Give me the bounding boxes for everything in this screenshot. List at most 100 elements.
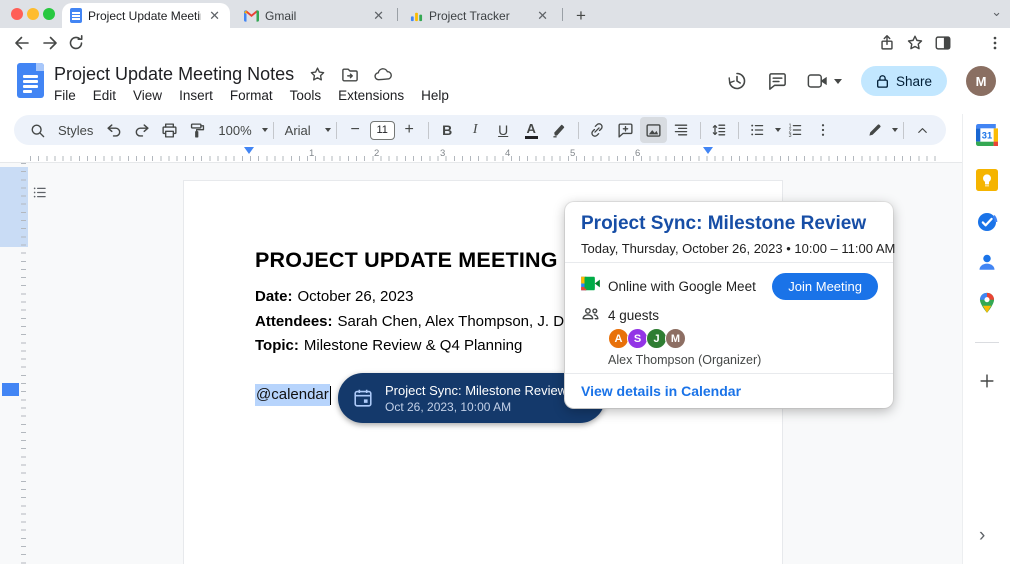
browser-toolbar: google.docs.com/watch?=sync=!1734 A [0, 28, 1010, 83]
google-keep-icon[interactable] [976, 169, 998, 191]
menu-tools[interactable]: Tools [290, 88, 322, 103]
guest-avatar[interactable]: S [627, 328, 648, 349]
toolbar-row: Styles 100% Arial − 11 + B I U A 1 2 3 [0, 113, 1010, 147]
tab-label: Project Update Meeting Notes [88, 8, 201, 23]
vertical-cursor-marker[interactable] [2, 383, 19, 396]
new-tab-button[interactable]: + [568, 3, 594, 28]
font-size-input[interactable]: 11 [369, 120, 395, 140]
gmail-icon [244, 9, 259, 22]
tab-search-chevron-icon[interactable]: ⌄ [991, 4, 1002, 20]
menu-file[interactable]: File [54, 88, 76, 103]
star-document-icon[interactable] [309, 66, 326, 83]
right-indent-marker[interactable] [703, 147, 713, 154]
paint-format-icon[interactable] [184, 117, 211, 143]
guest-avatar[interactable]: J [646, 328, 667, 349]
bold-icon[interactable]: B [434, 117, 461, 143]
svg-text:31: 31 [982, 131, 992, 141]
bulleted-list-icon[interactable] [744, 117, 771, 143]
close-window-button[interactable] [11, 8, 23, 20]
guest-avatar[interactable]: A [608, 328, 629, 349]
guest-avatar[interactable]: M [665, 328, 686, 349]
increase-font-size-icon[interactable]: + [396, 117, 423, 143]
close-tab-icon[interactable]: ✕ [535, 8, 550, 24]
bookmark-star-icon[interactable] [906, 34, 926, 54]
align-icon[interactable] [668, 117, 695, 143]
italic-icon[interactable]: I [462, 117, 489, 143]
tab-project-tracker[interactable]: Project Tracker ✕ [402, 3, 558, 28]
ruler-ticks [30, 156, 942, 161]
insert-link-icon[interactable] [584, 117, 611, 143]
comments-icon[interactable] [767, 71, 788, 92]
google-docs-logo[interactable] [17, 63, 44, 98]
tab-gmail[interactable]: Gmail ✕ [236, 3, 394, 28]
cloud-status-icon[interactable] [374, 67, 393, 82]
menu-extensions[interactable]: Extensions [338, 88, 404, 103]
highlight-color-icon[interactable] [546, 117, 573, 143]
line-spacing-icon[interactable] [706, 117, 733, 143]
tab-strip: Project Update Meeting Notes ✕ Gmail ✕ P… [0, 0, 1010, 28]
mention-text-selected: @calendar [255, 384, 330, 406]
join-meeting-button[interactable]: Join Meeting [772, 273, 878, 300]
ruler-number: 3 [440, 148, 446, 159]
join-call-button[interactable] [807, 72, 842, 90]
minimize-window-button[interactable] [27, 8, 39, 20]
get-addons-icon[interactable] [975, 369, 999, 393]
redo-icon[interactable] [128, 117, 155, 143]
doc-heading: PROJECT UPDATE MEETING [255, 248, 558, 272]
google-contacts-icon[interactable] [976, 251, 998, 273]
version-history-icon[interactable] [726, 70, 748, 92]
document-outline-icon[interactable] [28, 181, 50, 203]
zoom-dropdown[interactable]: 100% [212, 123, 257, 138]
forward-icon[interactable] [40, 33, 60, 53]
underline-icon[interactable]: U [490, 117, 517, 143]
document-area: PROJECT UPDATE MEETING Date: October 26, … [0, 163, 962, 564]
menu-edit[interactable]: Edit [93, 88, 116, 103]
google-maps-icon[interactable] [976, 292, 998, 314]
close-tab-icon[interactable]: ✕ [207, 8, 222, 24]
tab-docs[interactable]: Project Update Meeting Notes ✕ [62, 3, 230, 28]
styles-dropdown[interactable]: Styles [52, 123, 99, 138]
chevron-down-icon [833, 78, 842, 84]
font-family-dropdown[interactable]: Arial [279, 123, 321, 138]
show-side-panel-chevron-icon[interactable]: › [979, 525, 985, 547]
window-controls [11, 8, 55, 20]
guests-icon [581, 306, 600, 321]
editing-mode-icon[interactable] [861, 117, 888, 143]
browser-menu-icon[interactable] [986, 34, 1006, 54]
menu-insert[interactable]: Insert [179, 88, 213, 103]
menu-view[interactable]: View [133, 88, 162, 103]
share-page-icon[interactable] [878, 34, 898, 54]
calendar-mention[interactable]: @calendar [255, 384, 332, 406]
share-button[interactable]: Share [860, 66, 947, 96]
back-icon[interactable] [12, 33, 32, 53]
tab-divider [397, 8, 398, 21]
tab-divider [562, 8, 563, 21]
decrease-font-size-icon[interactable]: − [342, 117, 369, 143]
view-in-calendar-link[interactable]: View details in Calendar [581, 383, 741, 399]
panel-divider [975, 342, 999, 343]
text-color-icon[interactable]: A [518, 117, 545, 143]
close-tab-icon[interactable]: ✕ [371, 8, 386, 24]
hide-menus-icon[interactable] [909, 117, 936, 143]
google-calendar-icon[interactable]: 31 [976, 124, 998, 146]
add-comment-icon[interactable] [612, 117, 639, 143]
chevron-down-icon [892, 128, 898, 132]
numbered-list-icon[interactable]: 123 [782, 117, 809, 143]
print-icon[interactable] [156, 117, 183, 143]
docs-profile-avatar[interactable]: M [966, 66, 996, 96]
more-options-icon[interactable] [810, 117, 837, 143]
left-indent-marker[interactable] [244, 147, 254, 154]
docs-icon [70, 8, 82, 23]
menu-format[interactable]: Format [230, 88, 273, 103]
move-folder-icon[interactable] [341, 67, 359, 83]
reload-icon[interactable] [66, 33, 86, 53]
side-panel-icon[interactable] [934, 34, 954, 54]
search-menus-icon[interactable] [24, 117, 51, 143]
google-tasks-icon[interactable] [976, 211, 998, 233]
menu-help[interactable]: Help [421, 88, 449, 103]
document-title[interactable]: Project Update Meeting Notes [54, 64, 294, 85]
maximize-window-button[interactable] [43, 8, 55, 20]
tab-label: Project Tracker [429, 8, 510, 23]
insert-image-icon[interactable] [639, 117, 667, 143]
undo-icon[interactable] [100, 117, 127, 143]
